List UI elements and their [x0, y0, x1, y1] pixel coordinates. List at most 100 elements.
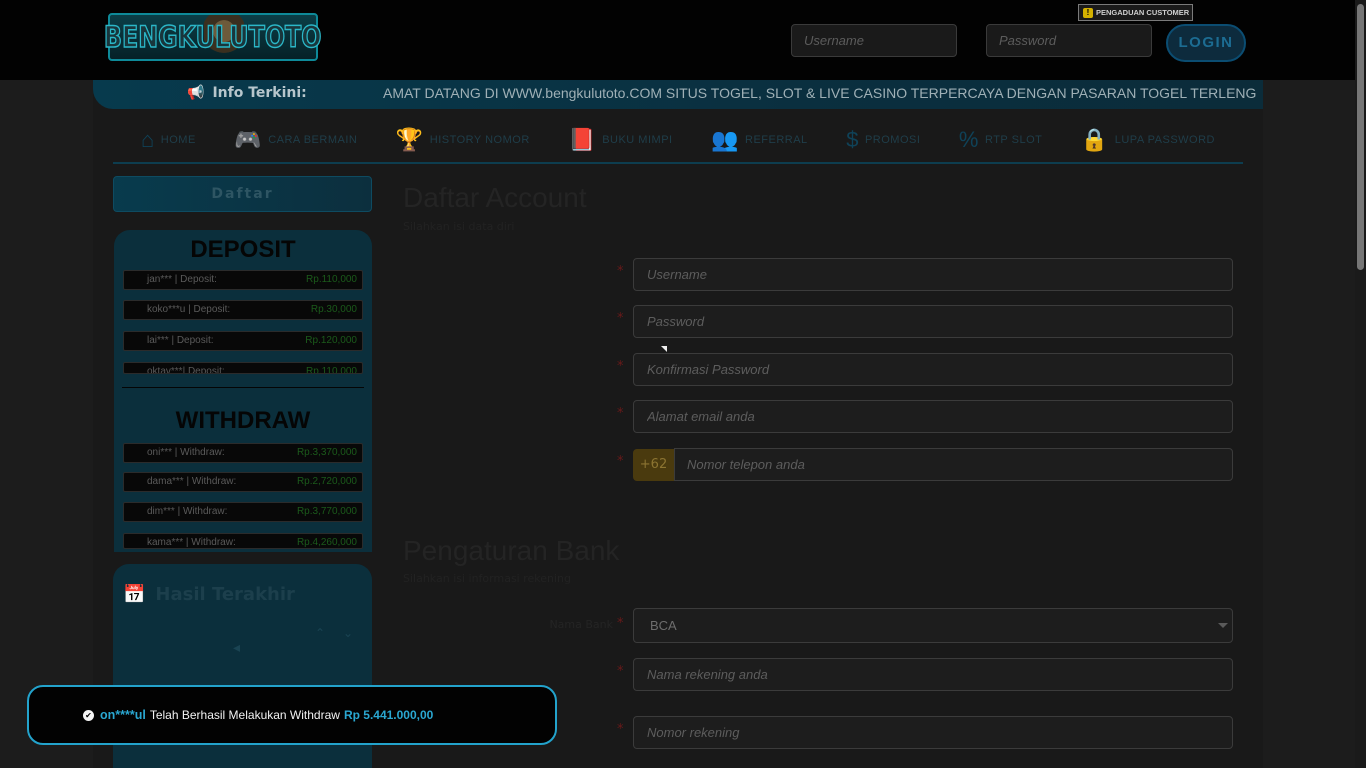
top-header: BENGKULUTOTO LOGIN ! PENGADUAN CUSTOMER	[0, 0, 1366, 80]
phone-field[interactable]	[674, 448, 1233, 481]
deposit-row: jan*** | Deposit: Rp.110,000	[123, 270, 363, 290]
withdraw-user: oni*** | Withdraw:	[147, 447, 225, 458]
required-mark: *	[617, 454, 624, 469]
required-mark: *	[617, 722, 624, 737]
book-icon: 📕	[568, 127, 597, 152]
account-number-field[interactable]	[633, 716, 1233, 749]
info-ticker: 📢 Info Terkini: AMAT DATANG DI WWW.bengk…	[93, 80, 1263, 109]
percent-icon: %	[958, 127, 979, 152]
warning-icon: !	[1083, 7, 1093, 18]
deposit-user: oktav***| Deposit:	[147, 366, 225, 374]
email-field[interactable]	[633, 400, 1233, 433]
register-username-field[interactable]	[633, 258, 1233, 291]
hasil-title-group: 📅 Hasil Terakhir	[123, 584, 295, 605]
nav-promosi[interactable]: $ PROMOSI	[846, 118, 920, 162]
nav-label: LUPA PASSWORD	[1114, 134, 1215, 146]
bank-label: Nama Bank	[549, 618, 613, 631]
site-logo[interactable]: BENGKULUTOTO	[104, 13, 322, 61]
bank-title: Pengaturan Bank	[403, 535, 620, 566]
nav-cara-bermain[interactable]: 🎮 CARA BERMAIN	[234, 118, 357, 162]
withdraw-toast[interactable]: ✔ on****ul Telah Berhasil Melakukan With…	[27, 685, 557, 745]
nav-home[interactable]: ⌂ HOME	[141, 118, 196, 162]
deposit-user: jan*** | Deposit:	[147, 274, 217, 285]
phone-prefix: +62	[633, 449, 674, 481]
required-mark: *	[617, 406, 624, 421]
nav-rtp-slot[interactable]: % RTP SLOT	[959, 118, 1042, 162]
required-mark: *	[617, 664, 624, 679]
deposit-user: koko***u | Deposit:	[147, 304, 231, 315]
nav-label: HOME	[160, 134, 196, 146]
nav-label: PROMOSI	[864, 134, 921, 146]
ticker-label-group: 📢 Info Terkini:	[187, 85, 307, 101]
withdraw-row: dama*** | Withdraw: Rp.2,720,000	[123, 472, 363, 492]
nav-label: BUKU MIMPI	[602, 134, 673, 146]
scrollbar-thumb[interactable]	[1357, 4, 1364, 270]
ticker-text: AMAT DATANG DI WWW.bengkulutoto.COM SITU…	[383, 85, 1257, 101]
mouse-cursor	[661, 346, 667, 352]
panel-divider	[122, 387, 364, 388]
deposit-amount: Rp.120,000	[305, 335, 357, 346]
users-icon: 👥	[711, 127, 739, 152]
withdraw-user: dama*** | Withdraw:	[147, 476, 237, 487]
withdraw-user: dim*** | Withdraw:	[147, 506, 228, 517]
deposit-title: DEPOSIT	[190, 236, 296, 263]
megaphone-icon: 📢	[187, 85, 205, 101]
deposit-amount: Rp.30,000	[310, 304, 357, 315]
withdraw-user: kama*** | Withdraw:	[147, 537, 236, 548]
withdraw-amount: Rp.4,260,000	[296, 537, 357, 548]
main-nav: ⌂ HOME 🎮 CARA BERMAIN 🏆 HISTORY NOMOR 📕 BUKU…	[113, 118, 1243, 164]
required-mark: *	[617, 264, 624, 279]
toast-user: on****ul	[100, 708, 146, 722]
account-name-field[interactable]	[633, 658, 1233, 691]
withdraw-amount: Rp.2,720,000	[296, 476, 357, 487]
hasil-title: Hasil Terakhir	[155, 584, 295, 605]
toast-amount: Rp 5.441.000,00	[343, 708, 434, 722]
trophy-icon: 🏆	[395, 127, 424, 152]
pengaduan-customer-link[interactable]: ! PENGADUAN CUSTOMER	[1078, 4, 1193, 21]
chevron-up-icon[interactable]: ⌃	[315, 626, 325, 640]
deposit-withdraw-panel: DEPOSIT jan*** | Deposit: Rp.110,000 koko…	[114, 230, 372, 552]
username-input[interactable]	[791, 24, 957, 57]
required-mark: *	[617, 311, 624, 326]
ticker-label: Info Terkini:	[212, 85, 307, 101]
confirm-password-field[interactable]	[633, 353, 1233, 386]
nav-history-nomor[interactable]: 🏆 HISTORY NOMOR	[396, 118, 530, 162]
deposit-row: lai*** | Deposit: Rp.120,000	[123, 331, 363, 351]
nav-referral[interactable]: 👥 REFERRAL	[711, 118, 808, 162]
logo-text: BENGKULUTOTO	[104, 19, 323, 55]
check-circle-icon: ✔	[83, 709, 94, 721]
nav-buku-mimpi[interactable]: 📕 BUKU MIMPI	[568, 118, 672, 162]
required-mark: *	[617, 616, 624, 631]
gamepad-icon: 🎮	[234, 127, 263, 152]
withdraw-amount: Rp.3,370,000	[296, 447, 357, 458]
toast-message: Telah Berhasil Melakukan Withdraw	[149, 708, 340, 722]
deposit-amount: Rp.110,000	[306, 366, 357, 374]
withdraw-title: WITHDRAW	[175, 407, 311, 434]
form-subtitle: Silahkan isi data diri	[403, 220, 515, 233]
main-container: 📢 Info Terkini: AMAT DATANG DI WWW.bengk…	[93, 80, 1263, 768]
daftar-button[interactable]: Daftar	[113, 176, 372, 212]
deposit-row: oktav***| Deposit: Rp.110,000	[123, 362, 363, 374]
nav-label: REFERRAL	[745, 134, 808, 146]
deposit-user: lai*** | Deposit:	[147, 335, 214, 346]
nav-label: RTP SLOT	[984, 134, 1043, 146]
deposit-amount: Rp.110,000	[306, 274, 357, 285]
bank-selected-value: BCA	[650, 618, 677, 633]
calendar-icon: 📅	[123, 584, 146, 605]
withdraw-amount: Rp.3,770,000	[296, 506, 357, 517]
chevron-down-icon	[1218, 623, 1228, 628]
nav-lupa-password[interactable]: 🔒 LUPA PASSWORD	[1081, 118, 1215, 162]
home-icon: ⌂	[141, 127, 155, 152]
dollar-icon: $	[846, 127, 859, 152]
chevron-left-icon[interactable]: ◂	[233, 640, 240, 656]
deposit-row: koko***u | Deposit: Rp.30,000	[123, 300, 363, 320]
nav-label: CARA BERMAIN	[268, 134, 358, 146]
lock-icon: 🔒	[1080, 127, 1109, 152]
chevron-down-icon[interactable]: ⌄	[343, 626, 353, 640]
nav-label: HISTORY NOMOR	[429, 134, 530, 146]
password-input[interactable]	[986, 24, 1152, 57]
login-button[interactable]: LOGIN	[1166, 24, 1246, 62]
bank-select[interactable]: BCA	[633, 608, 1233, 643]
page-scrollbar[interactable]	[1355, 0, 1366, 768]
register-password-field[interactable]	[633, 305, 1233, 338]
